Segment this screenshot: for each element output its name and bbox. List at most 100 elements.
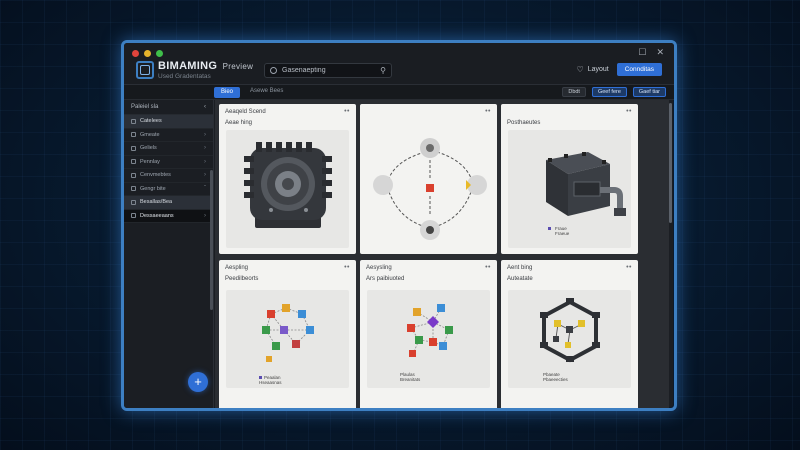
card-title: Aesysling xyxy=(366,265,392,271)
sidebar-item-label: Cenvmebtes xyxy=(140,172,171,179)
app-tagline: Used Gradentatas xyxy=(158,73,211,80)
sidebar-header-label: Paleiel sla xyxy=(131,104,159,110)
folder-icon xyxy=(131,172,136,178)
card-image xyxy=(226,130,349,248)
sidebar-item-label: Pennlay xyxy=(140,158,160,165)
sidebar-item-7[interactable]: Besallas/Bea xyxy=(124,196,213,210)
app-name-suffix: Preview xyxy=(222,62,254,71)
sidebar: Paleiel sla ‹ Catelees Gmeate › Geliels › … xyxy=(124,100,214,408)
card-image xyxy=(508,130,631,248)
minimize-window-button[interactable] xyxy=(144,50,151,57)
primary-action-button[interactable]: Connditas xyxy=(616,63,662,76)
chevron-right-icon: › xyxy=(204,172,206,179)
sidebar-item-label: Geliels xyxy=(140,145,157,152)
chevron-right-icon: › xyxy=(204,145,206,152)
sidebar-item-label: Dessaeeaans xyxy=(140,212,174,219)
toolbar-actions: Dbdt Geef fere Gaef tiar xyxy=(562,87,666,97)
traffic-lights xyxy=(132,50,163,57)
app-name: BIMAMING xyxy=(158,60,218,72)
folder-icon xyxy=(131,145,136,151)
legend-icon xyxy=(259,376,262,379)
app-title: BIMAMING Preview xyxy=(158,60,253,72)
tab-active[interactable]: Bieo xyxy=(214,87,241,98)
sidebar-scrollbar[interactable] xyxy=(210,170,213,310)
caption-line-2: Breanitats xyxy=(400,377,421,382)
sidebar-item-6[interactable]: Gengr bite ˆ xyxy=(124,183,213,196)
card-caption: Fraue Fraeue xyxy=(555,226,569,236)
search-icon[interactable]: ⚲ xyxy=(380,66,386,75)
content-scrollbar[interactable] xyxy=(669,103,672,223)
sidebar-item-label: Besallas/Bea xyxy=(140,199,173,206)
toolbar-button-2[interactable]: Geef fere xyxy=(591,87,627,97)
sidebar-item-4[interactable]: Pennlay › xyxy=(124,156,213,169)
more-icon[interactable]: •• xyxy=(344,264,350,271)
card-image xyxy=(508,290,631,388)
user-icon xyxy=(270,67,277,74)
sidebar-item-2[interactable]: Gmeate › xyxy=(124,129,213,142)
close-icon[interactable]: ✕ xyxy=(656,47,664,58)
folder-icon xyxy=(131,118,136,124)
add-button[interactable]: + xyxy=(188,372,208,392)
sidebar-item-3[interactable]: Geliels › xyxy=(124,142,213,156)
sidebar-item-1[interactable]: Catelees xyxy=(124,115,213,129)
motor-illustration xyxy=(244,142,332,228)
node-cycle-illustration xyxy=(373,138,487,240)
card-subtitle: Aeae hing xyxy=(225,120,253,126)
caption-line-2: Fraeue xyxy=(555,231,570,236)
card-title: Aespling xyxy=(225,265,249,271)
folder-icon xyxy=(131,186,136,192)
main-content: Aeaqeld Scend •• Aeae hing •• •• Posthae… xyxy=(215,100,669,408)
toolbar-button-3[interactable]: Gaef tiar xyxy=(632,87,666,97)
card-image xyxy=(226,290,349,388)
card-title: Aent bing xyxy=(507,265,533,271)
sidebar-item-5[interactable]: Cenvmebtes › xyxy=(124,169,213,183)
card-subtitle: Peedilbeorts xyxy=(225,276,259,282)
card-caption: Plaulas Breanitats xyxy=(400,372,420,382)
chevron-up-icon: ˆ xyxy=(204,185,206,192)
sidebar-item-label: Catelees xyxy=(140,118,162,125)
card-3[interactable]: •• Posthaeutes Fraue Fraeue xyxy=(501,104,638,254)
breadcrumb[interactable]: Asewe Bees xyxy=(250,88,283,94)
card-image xyxy=(367,290,490,388)
hex-frame-illustration xyxy=(540,298,600,363)
card-6[interactable]: Aent bing •• Auteatate Pbaeate Pbaeeecti… xyxy=(501,260,638,408)
card-title: Aeaqeld Scend xyxy=(225,109,266,115)
network-illustration xyxy=(262,304,314,362)
card-4[interactable]: Aespling •• Peedilbeorts Peaalan Hseaasn… xyxy=(219,260,356,408)
chevron-right-icon: › xyxy=(204,158,206,165)
card-subtitle: Auteatate xyxy=(507,276,533,282)
card-5[interactable]: Aesysling •• Ars paibiuoted Plaulas Brea… xyxy=(360,260,497,408)
card-1[interactable]: Aeaqeld Scend •• Aeae hing xyxy=(219,104,356,254)
box-pipe-illustration xyxy=(546,152,626,230)
search-box[interactable]: ⚲ xyxy=(264,63,392,78)
layout-button[interactable]: ♡ Layout xyxy=(577,65,609,74)
top-actions: ♡ Layout Connditas xyxy=(577,63,662,76)
caption-line-2: Pbaeeecties xyxy=(543,377,568,382)
window-controls: ☐ ✕ xyxy=(638,47,664,58)
chevron-right-icon: › xyxy=(204,212,206,219)
sidebar-item-8[interactable]: Dessaeeaans › xyxy=(124,209,213,223)
more-icon[interactable]: •• xyxy=(485,108,491,115)
caption-line-2: Hseaasnas xyxy=(259,380,282,385)
more-icon[interactable]: •• xyxy=(344,108,350,115)
toolbar-button-1[interactable]: Dbdt xyxy=(562,87,586,97)
close-window-button[interactable] xyxy=(132,50,139,57)
sidebar-item-label: Gengr bite xyxy=(140,185,166,192)
maximize-window-button[interactable] xyxy=(156,50,163,57)
collapse-icon[interactable]: ‹ xyxy=(204,104,206,110)
heart-icon: ♡ xyxy=(576,65,584,74)
more-icon[interactable]: •• xyxy=(485,264,491,271)
folder-icon xyxy=(131,132,136,138)
card-image xyxy=(367,130,490,248)
search-input[interactable] xyxy=(282,67,376,74)
sidebar-header: Paleiel sla ‹ xyxy=(124,100,213,115)
more-icon[interactable]: •• xyxy=(626,108,632,115)
card-subtitle: Ars paibiuoted xyxy=(366,276,405,282)
chevron-right-icon: › xyxy=(204,131,206,138)
app-logo-icon xyxy=(136,61,154,79)
restore-icon[interactable]: ☐ xyxy=(638,47,646,58)
folder-icon xyxy=(131,213,136,219)
folder-icon xyxy=(131,199,136,205)
more-icon[interactable]: •• xyxy=(626,264,632,271)
card-2[interactable]: •• xyxy=(360,104,497,254)
